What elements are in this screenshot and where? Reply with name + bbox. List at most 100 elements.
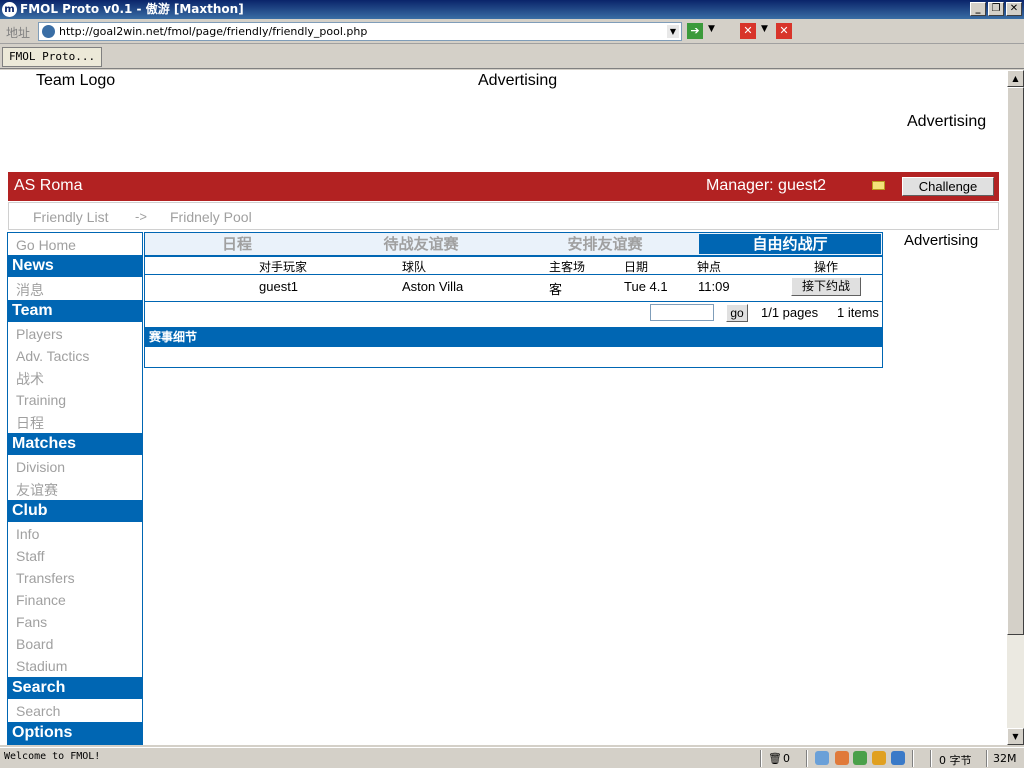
column-header-time: 钟点 (697, 260, 722, 274)
window-title: FMOL Proto v0.1 - 傲游 [Maxthon] (20, 2, 244, 16)
tab-arrange-friendly[interactable]: 安排友谊赛 (514, 234, 696, 254)
envelope-icon[interactable] (872, 181, 885, 190)
stop-menu-chevron-icon[interactable]: ▼ (761, 24, 768, 34)
sidebar-item-tactics[interactable]: 战术 (16, 369, 44, 389)
scroll-down-icon[interactable]: ▼ (1007, 728, 1024, 745)
breadcrumb: Friendly List -> Fridnely Pool (8, 202, 999, 230)
status-separator (986, 750, 988, 767)
window-title-bar: m FMOL Proto v0.1 - 傲游 [Maxthon] _ ❐ ✕ (0, 0, 1024, 19)
page-icon (42, 25, 55, 38)
manager-name: Manager: guest2 (706, 177, 827, 194)
address-input[interactable]: http://goal2win.net/fmol/page/friendly/f… (38, 22, 682, 41)
sidebar-heading-search[interactable]: Search (8, 677, 142, 699)
refresh-icon[interactable] (853, 751, 867, 765)
sidebar-nav: Go Home News 消息 Team Players Adv. Tactic… (7, 232, 143, 745)
row-divider (145, 301, 882, 302)
scroll-thumb[interactable] (1007, 87, 1024, 635)
row-venue: 客 (549, 282, 563, 297)
scroll-up-icon[interactable]: ▲ (1007, 70, 1024, 87)
team-logo: Team Logo (36, 72, 116, 89)
vertical-scrollbar[interactable]: ▲ ▼ (1007, 70, 1024, 745)
pagination-pages: 1/1 pages (761, 305, 819, 320)
sidebar-item-adv-tactics[interactable]: Adv. Tactics (16, 348, 89, 364)
status-separator (912, 750, 914, 767)
friendly-tabs: 日程 待战友谊赛 安排友谊赛 自由约战厅 (144, 232, 883, 256)
tab-pending-friendlies[interactable]: 待战友谊赛 (330, 234, 512, 254)
sidebar-item-finance[interactable]: Finance (16, 592, 66, 608)
sidebar-item-go-home[interactable]: Go Home (16, 237, 76, 253)
sidebar-heading-options[interactable]: Options (8, 722, 142, 744)
breadcrumb-separator: -> (135, 209, 147, 224)
status-bar: Welcome to FMOL! 🗑 0 0 字节 32M (0, 747, 1024, 768)
browser-tab-strip: FMOL Proto... (0, 45, 1024, 69)
sidebar-item-fans[interactable]: Fans (16, 614, 47, 630)
go-button[interactable]: go (726, 304, 748, 322)
sidebar-item-board[interactable]: Board (16, 636, 53, 652)
maxthon-icon: m (2, 2, 17, 17)
accept-challenge-button[interactable]: 接下约战 (791, 277, 861, 296)
sync-icon[interactable] (815, 751, 829, 765)
sidebar-item-training[interactable]: Training (16, 392, 66, 408)
screen-icon[interactable] (891, 751, 905, 765)
status-separator (760, 750, 762, 767)
sidebar-item-search[interactable]: Search (16, 703, 60, 719)
close-button[interactable]: ✕ (1006, 2, 1022, 16)
advertising-side: Advertising (904, 232, 979, 249)
page-viewport: Team Logo Advertising Advertising AS Rom… (0, 70, 1007, 745)
breadcrumb-friendly-list[interactable]: Friendly List (33, 209, 108, 225)
sidebar-item-staff[interactable]: Staff (16, 548, 45, 564)
go-arrow-button[interactable]: ➔ (687, 23, 703, 39)
popup-blocker-icon[interactable] (835, 751, 849, 765)
sidebar-item-stadium[interactable]: Stadium (16, 658, 67, 674)
sidebar-heading-matches[interactable]: Matches (8, 433, 142, 455)
page-number-input[interactable] (650, 304, 714, 321)
status-separator (806, 750, 808, 767)
header-divider (145, 274, 882, 275)
pagination-items: 1 items (837, 305, 879, 320)
advertising-right: Advertising (907, 113, 987, 130)
status-message: Welcome to FMOL! (4, 751, 101, 762)
column-header-team: 球队 (402, 260, 427, 274)
row-date: Tue 4.1 (624, 279, 668, 294)
close-tab-button[interactable]: ✕ (776, 23, 792, 39)
column-header-venue: 主客场 (549, 260, 586, 274)
restore-button[interactable]: ❐ (988, 2, 1004, 16)
match-details-heading: 赛事细节 (145, 327, 882, 347)
sidebar-item-transfers[interactable]: Transfers (16, 570, 75, 586)
row-opponent: guest1 (259, 279, 299, 294)
address-label: 地址 (6, 26, 31, 40)
minimize-button[interactable]: _ (970, 2, 986, 16)
challenge-button[interactable]: Challenge (902, 177, 994, 196)
settings-icon[interactable] (872, 751, 886, 765)
advertising-top: Advertising (478, 72, 558, 89)
tab-free-challenge-hall[interactable]: 自由约战厅 (699, 234, 881, 254)
sidebar-heading-news[interactable]: News (8, 255, 142, 277)
trash-count: 0 (783, 752, 790, 765)
sidebar-heading-club[interactable]: Club (8, 500, 142, 522)
stop-button[interactable]: ✕ (740, 23, 756, 39)
sidebar-item-schedule[interactable]: 日程 (16, 413, 44, 433)
sidebar-item-players[interactable]: Players (16, 326, 63, 342)
sidebar-item-info[interactable]: Info (16, 526, 39, 542)
column-header-opponent: 对手玩家 (259, 260, 308, 274)
bytes-transferred: 0 字节 (939, 754, 972, 767)
sidebar-heading-team[interactable]: Team (8, 300, 142, 322)
sidebar-item-division[interactable]: Division (16, 459, 65, 475)
address-url: http://goal2win.net/fmol/page/friendly/f… (59, 25, 368, 38)
trash-icon[interactable]: 🗑 (768, 752, 782, 765)
team-name: AS Roma (14, 177, 83, 194)
friendly-pool-table: 对手玩家 球队 主客场 日期 钟点 操作 guest1 Aston Villa … (144, 256, 883, 368)
row-team: Aston Villa (402, 279, 464, 294)
browser-tab[interactable]: FMOL Proto... (2, 47, 102, 67)
team-header-bar: AS Roma Manager: guest2 Challenge (8, 172, 999, 201)
tab-schedule[interactable]: 日程 (146, 234, 328, 254)
sidebar-item-friendly[interactable]: 友谊赛 (16, 480, 58, 500)
go-menu-chevron-icon[interactable]: ▼ (708, 24, 715, 34)
column-header-action: 操作 (814, 260, 839, 274)
row-time: 11:09 (698, 279, 730, 294)
status-separator (930, 750, 932, 767)
breadcrumb-current: Fridnely Pool (170, 209, 252, 225)
address-dropdown-icon[interactable]: ▼ (667, 25, 679, 38)
sidebar-item-messages[interactable]: 消息 (16, 280, 44, 300)
address-toolbar: 地址 http://goal2win.net/fmol/page/friendl… (0, 19, 1024, 44)
